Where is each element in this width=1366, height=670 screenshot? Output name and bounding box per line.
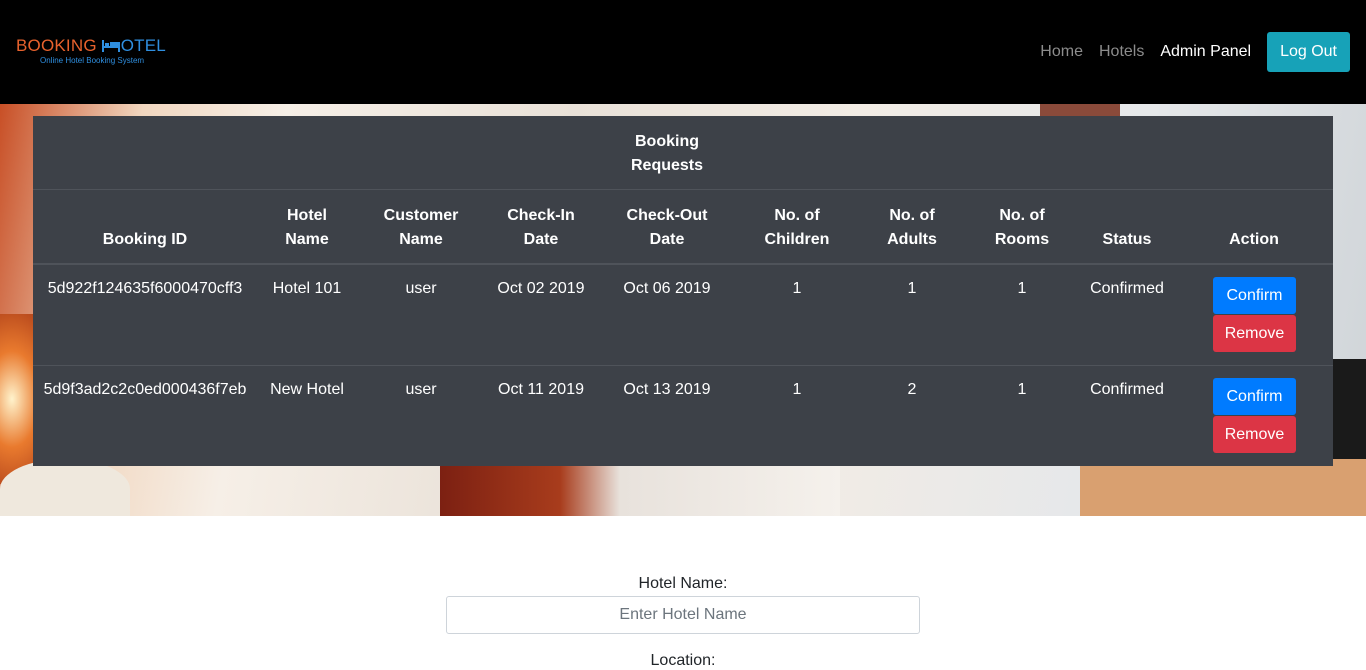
cell-check-out: Oct 06 2019 [623, 280, 711, 297]
table-title-line2: Requests [630, 157, 704, 174]
table-title-line1: Booking [635, 133, 699, 150]
navbar: BOOKING OTEL Online Hotel Booking System … [0, 0, 1366, 104]
column-header-booking-id: Booking ID [102, 231, 188, 248]
booking-requests-table: Booking Requests Booking ID Hotel Name Cu… [33, 116, 1333, 466]
cell-rooms: 1 [1017, 280, 1027, 297]
remove-button[interactable]: Remove [1213, 416, 1296, 453]
cell-children: 1 [792, 381, 802, 398]
brand-logo[interactable]: BOOKING OTEL Online Hotel Booking System [16, 36, 186, 70]
column-header-adults: No. of Adults [887, 207, 937, 248]
nav-admin-panel-link[interactable]: Admin Panel [1152, 32, 1259, 72]
cell-adults: 1 [907, 280, 917, 297]
hotel-name-label: Hotel Name: [638, 575, 728, 592]
cell-rooms: 1 [1017, 381, 1027, 398]
bed-icon [101, 40, 120, 52]
cell-hotel-name: New Hotel [270, 381, 344, 398]
brand-name-part1: BOOKING [16, 36, 97, 55]
table-title: Booking Requests [617, 130, 717, 178]
column-header-customer-name: Customer Name [383, 207, 459, 248]
column-header-action: Action [1229, 231, 1279, 248]
nav-hotels-link[interactable]: Hotels [1091, 32, 1152, 72]
cell-booking-id: 5d922f124635f6000470cff3 [47, 280, 243, 297]
table-row: 5d9f3ad2c2c0ed000436f7eb New Hotel user … [33, 365, 1333, 466]
table-row: 5d922f124635f6000470cff3 Hotel 101 user … [33, 265, 1333, 366]
confirm-button[interactable]: Confirm [1213, 277, 1296, 314]
column-header-hotel-name: Hotel Name [285, 207, 329, 248]
brand-name-part2: OTEL [120, 36, 166, 55]
column-header-children: No. of Children [764, 207, 830, 248]
column-header-check-in-date: Check-In Date [507, 207, 575, 248]
logout-button[interactable]: Log Out [1267, 32, 1350, 72]
location-label: Location: [650, 652, 716, 669]
hero-dark-object [1330, 359, 1366, 459]
cell-booking-id: 5d9f3ad2c2c0ed000436f7eb [43, 381, 247, 398]
cell-check-in: Oct 11 2019 [498, 381, 584, 398]
brand-tagline: Online Hotel Booking System [40, 56, 145, 65]
hotel-name-input[interactable]: Enter Hotel Name [446, 596, 920, 634]
nav-links: Home Hotels Admin Panel Log Out [1032, 32, 1350, 72]
cell-check-in: Oct 02 2019 [497, 280, 585, 297]
cell-check-out: Oct 13 2019 [623, 381, 711, 398]
nav-home-link[interactable]: Home [1032, 32, 1091, 72]
table-header-row: Booking ID Hotel Name Customer Name Check-… [33, 191, 1333, 265]
cell-customer-name: user [405, 280, 437, 297]
column-header-status: Status [1102, 231, 1152, 248]
cell-customer-name: user [405, 381, 437, 398]
confirm-button[interactable]: Confirm [1213, 378, 1296, 415]
brand-name: BOOKING OTEL [16, 36, 166, 56]
cell-status: Confirmed [1090, 381, 1164, 398]
table-title-row: Booking Requests [33, 116, 1333, 190]
cell-status: Confirmed [1090, 280, 1164, 297]
hero-side-table [0, 459, 130, 516]
cell-adults: 2 [907, 381, 917, 398]
column-header-check-out-date: Check-Out Date [626, 207, 708, 248]
cell-children: 1 [792, 280, 802, 297]
cell-hotel-name: Hotel 101 [272, 280, 342, 297]
remove-button[interactable]: Remove [1213, 315, 1296, 352]
column-header-rooms: No. of Rooms [994, 207, 1050, 248]
